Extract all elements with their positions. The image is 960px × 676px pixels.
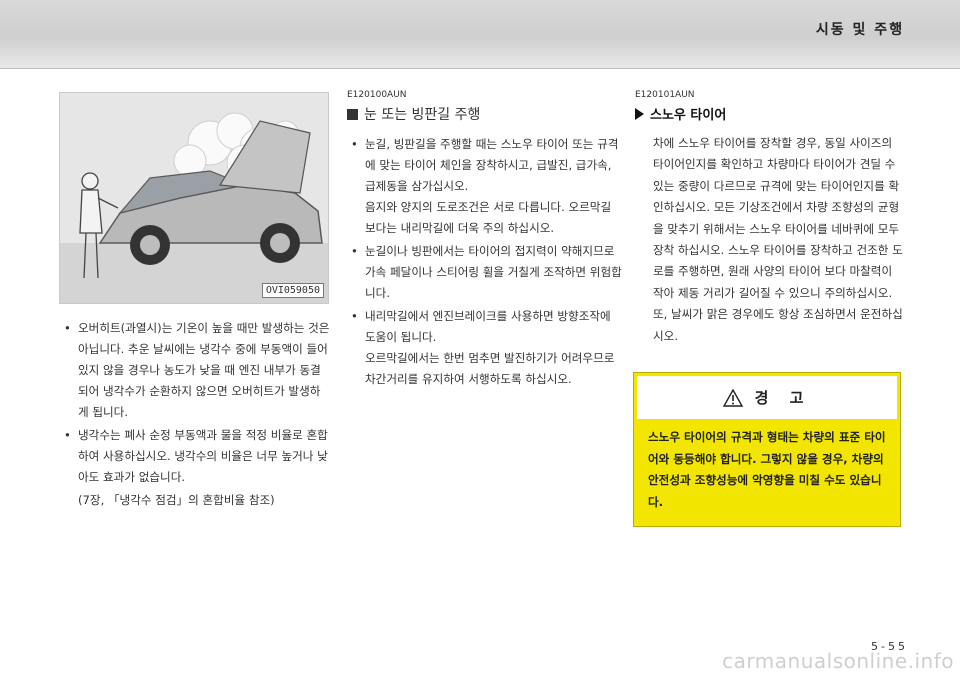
section-heading: 눈 또는 빙판길 주행 bbox=[347, 104, 622, 124]
triangle-bullet-icon bbox=[635, 107, 644, 120]
bullet-overheat: 오버히트(과열시)는 기온이 높을 때만 발생하는 것은 아닙니다. 추운 날씨… bbox=[60, 318, 330, 423]
square-bullet-icon bbox=[347, 108, 358, 120]
bullet-extra-text: 음지와 양지의 도로조건은 서로 다릅니다. 오르막길 보다는 내리막길에 더욱… bbox=[365, 200, 612, 235]
header-band: 시동 및 주행 bbox=[0, 0, 960, 69]
snow-tire-paragraph: 차에 스노우 타이어를 장착할 경우, 동일 사이즈의 타이어인지를 확인하고 … bbox=[653, 136, 903, 300]
middle-column: E120100AUN 눈 또는 빙판길 주행 눈길, 빙판길을 주행할 때는 스… bbox=[347, 90, 622, 392]
bullet-traction: 눈길이나 빙판에서는 타이어의 접지력이 약해지므로 가속 페달이나 스티어링 … bbox=[347, 241, 622, 304]
bullet-coolant: 냉각수는 폐사 순정 부동액과 물을 적정 비율로 혼합하여 사용하십시오. 냉… bbox=[60, 425, 330, 488]
left-bullet-list: 오버히트(과열시)는 기온이 높을 때만 발생하는 것은 아닙니다. 추운 날씨… bbox=[60, 318, 330, 488]
warning-body: 스노우 타이어의 규격과 형태는 차량의 표준 타이어와 동등해야 합니다. 그… bbox=[648, 430, 886, 509]
section-code: E120100AUN bbox=[347, 90, 407, 100]
warning-box: 경 고 스노우 타이어의 규격과 형태는 차량의 표준 타이어와 동등해야 합니… bbox=[633, 372, 901, 527]
snow-tire-paragraph-2: 또, 날씨가 맑은 경우에도 항상 조심하면서 운전하십시오. bbox=[653, 307, 903, 343]
warning-header: 경 고 bbox=[637, 376, 897, 419]
coolant-note: (7장, 「냉각수 점검」의 혼합비율 참조) bbox=[78, 493, 275, 507]
bullet-extra-text: 오르막길에서는 한번 멈추면 발진하기가 어려우므로 차간거리를 유지하여 서행… bbox=[365, 351, 615, 386]
bullet-text: 내리막길에서 엔진브레이크를 사용하면 방향조작에 도움이 됩니다. bbox=[365, 309, 611, 344]
right-column: E120101AUN 스노우 타이어 차에 스노우 타이어를 장착할 경우, 동… bbox=[635, 90, 905, 347]
warning-triangle-icon bbox=[722, 388, 743, 407]
warning-heading: 경 고 bbox=[754, 389, 812, 407]
figure-code: OVI059050 bbox=[261, 283, 324, 298]
overheat-car-illustration: OVI059050 bbox=[59, 92, 329, 304]
left-column: 오버히트(과열시)는 기온이 높을 때만 발생하는 것은 아닙니다. 추운 날씨… bbox=[60, 318, 330, 511]
section-heading: 스노우 타이어 bbox=[635, 104, 905, 123]
watermark: carmanualsonline.info bbox=[722, 649, 954, 673]
section-title: 시동 및 주행 bbox=[815, 22, 905, 38]
section-code: E120101AUN bbox=[635, 90, 695, 100]
middle-bullet-list: 눈길, 빙판길을 주행할 때는 스노우 타이어 또는 규격에 맞는 타이어 체인… bbox=[347, 134, 622, 390]
bullet-text: 눈길이나 빙판에서는 타이어의 접지력이 약해지므로 가속 페달이나 스티어링 … bbox=[365, 244, 622, 300]
section-heading-text: 눈 또는 빙판길 주행 bbox=[364, 107, 481, 123]
bullet-text: 눈길, 빙판길을 주행할 때는 스노우 타이어 또는 규격에 맞는 타이어 체인… bbox=[365, 137, 619, 193]
bullet-snow-driving: 눈길, 빙판길을 주행할 때는 스노우 타이어 또는 규격에 맞는 타이어 체인… bbox=[347, 134, 622, 239]
section-heading-text: 스노우 타이어 bbox=[650, 108, 727, 123]
bullet-engine-brake: 내리막길에서 엔진브레이크를 사용하면 방향조작에 도움이 됩니다. 오르막길에… bbox=[347, 306, 622, 390]
car-steam-figure bbox=[60, 93, 328, 303]
